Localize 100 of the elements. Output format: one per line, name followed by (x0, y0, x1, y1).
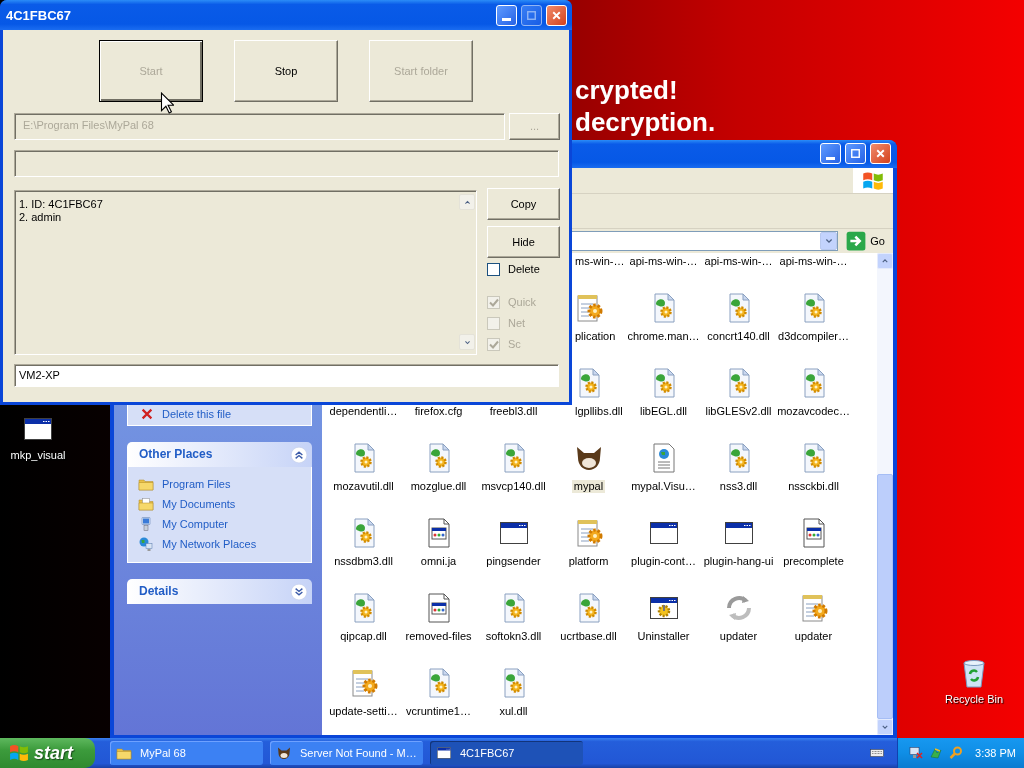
place-link[interactable]: My Documents (162, 497, 236, 511)
name-field[interactable]: VM2-XP (14, 364, 559, 387)
file-label[interactable]: dependentli… (327, 405, 400, 418)
file-label[interactable]: api-ms-win-… (777, 255, 850, 268)
network-status-icon[interactable] (908, 745, 924, 761)
file-label[interactable]: firefox.cfg (412, 405, 465, 418)
file-label[interactable]: update-setti… (327, 705, 400, 718)
scroll-up-button[interactable] (877, 253, 893, 269)
file-label[interactable]: mypal (571, 480, 606, 493)
checkbox[interactable] (487, 263, 500, 276)
file-label[interactable]: mozavcodec… (775, 405, 852, 418)
file-label[interactable]: mozavutil.dll (331, 480, 396, 493)
animal-icon (276, 745, 292, 761)
file-label[interactable]: mypal.Visu… (629, 480, 698, 493)
folder-icon (116, 745, 132, 761)
file-label[interactable]: plication (573, 330, 618, 343)
clock: 3:38 PM (975, 746, 1016, 760)
close-button[interactable] (870, 143, 891, 165)
minimize-icon (502, 18, 511, 21)
computer-icon (138, 516, 154, 532)
taskbar-button[interactable]: 4C1FBC67 (430, 741, 583, 765)
scroll-up-button[interactable] (459, 194, 475, 210)
file-label[interactable]: softokn3.dll (483, 630, 544, 643)
folder-icon (138, 476, 154, 492)
file-label[interactable]: libEGL.dll (637, 405, 690, 418)
file-label[interactable]: qipcap.dll (338, 630, 389, 643)
windows-flag-icon (8, 742, 30, 764)
wallpaper-text: decryption. (575, 106, 716, 138)
side-button[interactable]: Copy (487, 188, 560, 220)
maximize-button[interactable] (845, 143, 866, 165)
checkbox-label: Delete (508, 263, 540, 276)
go-button[interactable]: Go (842, 231, 889, 251)
section-title: Details (139, 585, 179, 598)
file-label[interactable]: plugin-hang-ui (701, 555, 776, 568)
search-icon[interactable] (948, 745, 964, 761)
desktop-icon-label[interactable]: mkp_visual (10, 449, 66, 462)
file-label[interactable]: removed-files (403, 630, 474, 643)
window-title: 4C1FBC67 (6, 8, 72, 22)
file-label[interactable]: omni.ja (418, 555, 459, 568)
file-label[interactable]: freebl3.dll (487, 405, 540, 418)
log-line: 1. ID: 4C1FBC67 (19, 198, 104, 211)
action-button[interactable]: Stop (234, 40, 338, 102)
scroll-thumb[interactable] (877, 474, 893, 719)
taskbar-button[interactable]: MyPal 68 (110, 741, 263, 765)
file-label[interactable]: msvcp140.dll (479, 480, 548, 493)
file-label[interactable]: precomplete (781, 555, 846, 568)
file-label[interactable]: ucrtbase.dll (558, 630, 619, 643)
dropdown-button[interactable] (820, 232, 838, 250)
file-label[interactable]: d3dcompiler… (776, 330, 851, 343)
place-link[interactable]: My Network Places (162, 537, 257, 551)
file-label[interactable]: concrt140.dll (705, 330, 772, 343)
file-label[interactable]: nss3.dll (717, 480, 760, 493)
close-button[interactable] (546, 4, 567, 26)
desktop-icon-label[interactable]: Recycle Bin (944, 693, 1004, 706)
taskbar-button[interactable]: Server Not Found - M… (270, 741, 423, 765)
file-label[interactable]: chrome.man… (625, 330, 702, 343)
documents-folder-icon (138, 496, 154, 512)
file-label[interactable]: mozglue.dll (408, 480, 469, 493)
file-label[interactable]: Uninstaller (635, 630, 692, 643)
place-link[interactable]: Program Files (162, 477, 231, 491)
minimize-button[interactable] (496, 4, 517, 26)
file-label[interactable]: vcruntime1… (404, 705, 473, 718)
checkmark-icon (488, 340, 499, 349)
file-label[interactable]: updater (792, 630, 835, 643)
minimize-icon (826, 156, 835, 160)
file-label[interactable]: api-ms-win-… (627, 255, 700, 268)
window-icon (436, 745, 452, 761)
delete-icon (140, 407, 154, 421)
file-label[interactable]: nssckbi.dll (786, 480, 841, 493)
task-link[interactable]: Delete this file (162, 407, 232, 421)
section-header[interactable]: Other Places (127, 442, 312, 467)
file-label[interactable]: api-ms-win-… (702, 255, 775, 268)
checkbox-label: Net (508, 317, 526, 330)
file-label[interactable]: pingsender (484, 555, 543, 568)
cursor-icon (160, 92, 174, 114)
file-label[interactable]: xul.dll (497, 705, 530, 718)
wallpaper-text: crypted! (575, 74, 679, 106)
file-label[interactable]: nssdbm3.dll (332, 555, 395, 568)
file-label[interactable]: plugin-cont… (629, 555, 698, 568)
place-link[interactable]: My Computer (162, 517, 229, 531)
checkmark-icon (488, 298, 499, 307)
log-box[interactable]: 1. ID: 4C1FBC67 2. admin (14, 190, 477, 355)
file-label[interactable]: ms-win-… (573, 255, 627, 268)
log-line: 2. admin (19, 211, 63, 224)
file-label[interactable]: libGLESv2.dll (703, 405, 774, 418)
side-button[interactable]: Hide (487, 226, 560, 258)
start-button[interactable]: start (0, 738, 95, 768)
minimize-button[interactable] (820, 143, 841, 165)
scroll-down-button[interactable] (877, 719, 893, 735)
expand-icon (290, 582, 308, 601)
file-label[interactable]: lgpllibs.dll (573, 405, 625, 418)
checkbox-label: Quick (508, 296, 537, 309)
tray-app-icon[interactable] (928, 745, 944, 761)
file-label[interactable]: updater (717, 630, 760, 643)
scrollbar[interactable] (877, 253, 893, 735)
network-icon (138, 536, 154, 552)
section-header[interactable]: Details (127, 579, 312, 604)
file-label[interactable]: platform (566, 555, 611, 568)
section-title: Other Places (139, 448, 213, 461)
scroll-down-button[interactable] (459, 334, 475, 350)
